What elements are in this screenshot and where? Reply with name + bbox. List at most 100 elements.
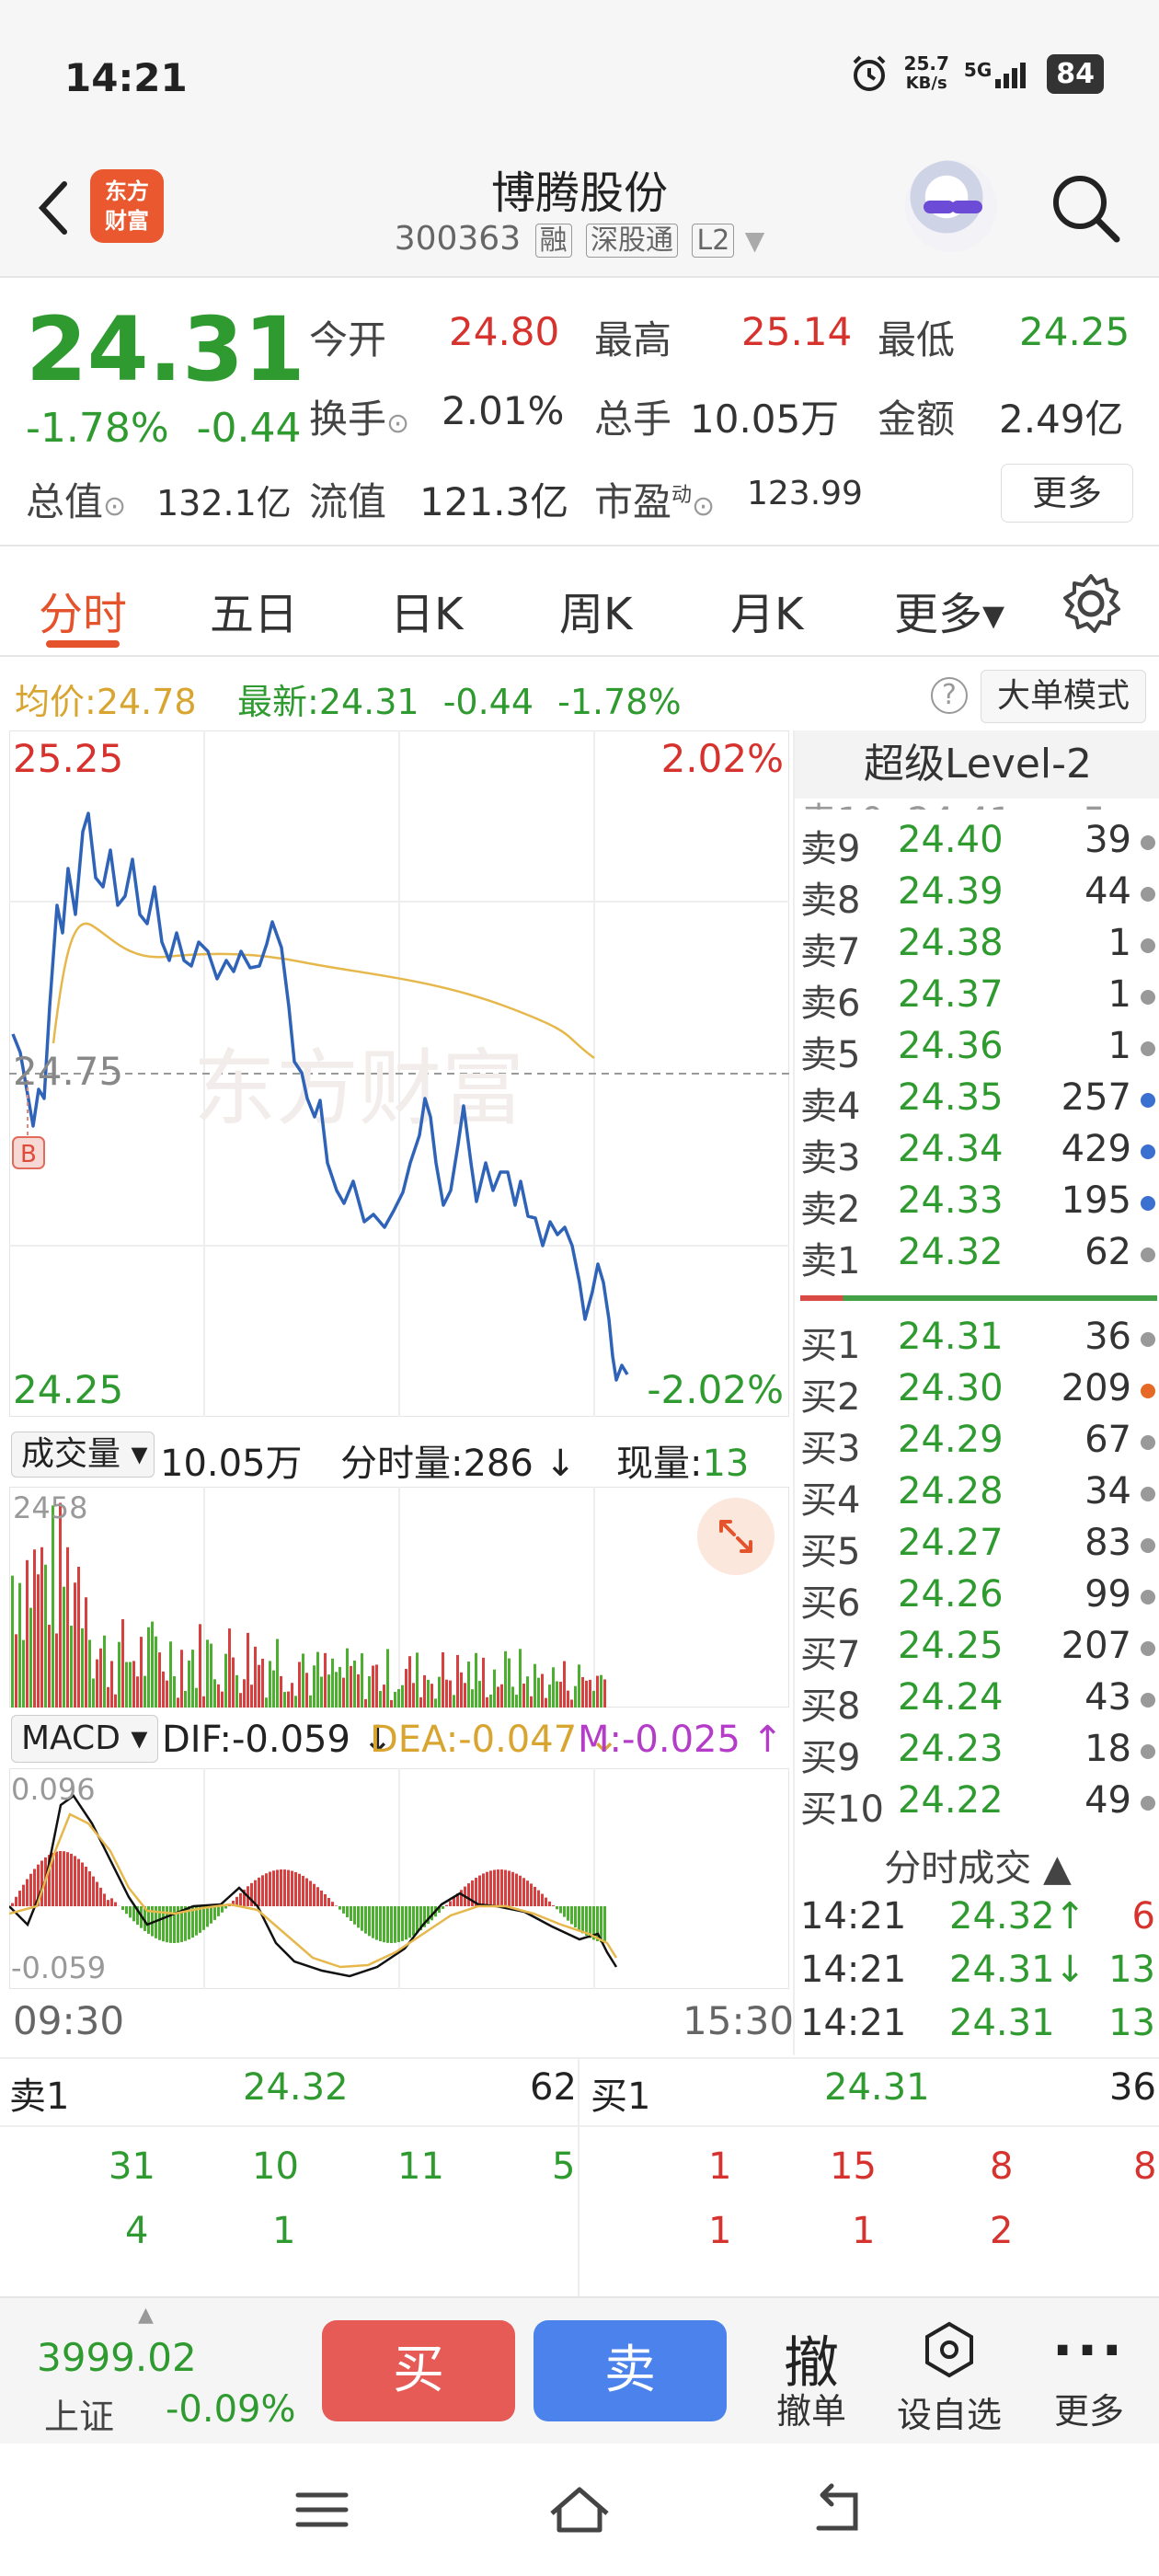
trade-row: 14:21 24.32↑ 6 — [795, 1895, 1159, 1947]
ask-row[interactable]: 卖5 24.36 1 — [795, 1025, 1159, 1076]
volume-bar — [438, 1676, 441, 1708]
queue-sell-price: 24.32 — [243, 2066, 349, 2109]
intraday-price-chart[interactable]: 东方财富 B 25.25 2.02% 24.75 24.25 -2.02% — [8, 730, 790, 1418]
volume-bar — [247, 1632, 249, 1708]
ask-row[interactable]: 卖1 24.32 62 — [795, 1231, 1159, 1282]
macd-bar — [294, 1871, 297, 1906]
bid-row[interactable]: 买2 24.30 209 — [795, 1367, 1159, 1419]
volume-bar — [77, 1567, 80, 1708]
tab-five-day[interactable]: 五日 — [210, 578, 298, 642]
macd-bar — [110, 1898, 113, 1906]
macd-bar — [81, 1862, 84, 1906]
volume-bar — [283, 1692, 286, 1708]
volume-bar — [92, 1678, 95, 1708]
bid-row[interactable]: 买7 24.25 207 — [795, 1625, 1159, 1676]
avg-price-label: 均价:24.78 — [15, 682, 197, 722]
volume-bar — [386, 1649, 389, 1708]
order-size-dot — [1141, 1744, 1155, 1759]
ask-row[interactable]: 卖3 24.34 429 — [795, 1128, 1159, 1179]
macd-bar — [556, 1906, 558, 1910]
macd-indicator-select[interactable]: MACD ▾ — [11, 1715, 158, 1763]
home-icon[interactable] — [543, 2482, 616, 2537]
tab-weekly-k[interactable]: 周K — [559, 578, 632, 642]
gear-icon[interactable] — [1058, 570, 1124, 637]
add-watchlist-button[interactable]: 设自选 — [894, 2318, 1004, 2437]
bid-row[interactable]: 买1 24.31 36 — [795, 1316, 1159, 1367]
volume-bar — [195, 1687, 198, 1708]
volume-bar — [394, 1691, 396, 1708]
macd-bar — [386, 1906, 389, 1943]
help-icon[interactable]: ? — [931, 677, 968, 714]
buy-point-marker[interactable]: B — [20, 1141, 37, 1168]
ask-row[interactable]: 卖9 24.40 39 — [795, 819, 1159, 870]
big-order-mode-button[interactable]: 大单模式 — [981, 670, 1146, 723]
bid-row[interactable]: 买8 24.24 43 — [795, 1676, 1159, 1728]
volume-bar — [574, 1685, 577, 1708]
volume-indicator-select[interactable]: 成交量 ▾ — [11, 1432, 155, 1478]
info-icon[interactable]: ⊙ — [386, 408, 409, 440]
cancel-order-button[interactable]: 撤 撤单 — [756, 2318, 866, 2433]
tab-more[interactable]: 更多▾ — [894, 578, 1004, 642]
sell-button[interactable]: 卖 — [534, 2320, 727, 2421]
volume-bar — [589, 1679, 591, 1708]
ask-row[interactable]: 卖2 24.33 195 — [795, 1179, 1159, 1231]
trades-header[interactable]: 分时成交 ▲ — [795, 1838, 1159, 1892]
robot-avatar[interactable] — [905, 160, 997, 252]
bid-row[interactable]: 买6 24.26 99 — [795, 1573, 1159, 1625]
bid-row[interactable]: 买3 24.29 67 — [795, 1419, 1159, 1470]
volume-bar — [313, 1665, 316, 1708]
macd-bar — [239, 1892, 242, 1906]
ask-row[interactable]: 卖4 24.35 257 — [795, 1076, 1159, 1128]
bid-row[interactable]: 买10 24.22 49 — [795, 1779, 1159, 1831]
axis-bottom-price: 24.25 — [13, 1367, 124, 1412]
expand-chart-button[interactable] — [697, 1498, 775, 1575]
info-icon[interactable]: ⊙ — [692, 490, 715, 523]
bid-level-label: 买10 — [800, 1788, 884, 1831]
tab-monthly-k[interactable]: 月K — [730, 578, 803, 642]
order-size-dot — [1141, 1435, 1155, 1450]
tab-intraday[interactable]: 分时 — [39, 578, 127, 642]
ask-row[interactable]: 卖7 24.38 1 — [795, 922, 1159, 973]
bid-row[interactable]: 买9 24.23 18 — [795, 1728, 1159, 1779]
bid-price: 24.30 — [898, 1367, 1004, 1409]
volume-bar — [169, 1641, 172, 1708]
order-size-dot — [1141, 1796, 1155, 1811]
ask-price: 24.33 — [898, 1179, 1004, 1222]
bid-volume: 207 — [1061, 1625, 1131, 1667]
bid-price: 24.31 — [898, 1316, 1004, 1358]
search-icon[interactable] — [1047, 169, 1124, 247]
period-tabs: 分时 五日 日K 周K 月K 更多▾ — [0, 548, 1159, 657]
volume-bar — [412, 1683, 415, 1708]
tab-daily-k[interactable]: 日K — [390, 578, 463, 642]
open-label: 今开 — [309, 317, 387, 362]
volume-chart[interactable]: 2458 — [8, 1486, 790, 1708]
ask-row[interactable]: 卖8 24.39 44 — [795, 870, 1159, 922]
queue-sell-order: 4 — [125, 2210, 149, 2252]
info-icon[interactable]: ⊙ — [103, 490, 126, 523]
volume-bar — [379, 1690, 382, 1708]
bid-row[interactable]: 买5 24.27 83 — [795, 1522, 1159, 1573]
bid-row[interactable]: 买4 24.28 34 — [795, 1470, 1159, 1522]
trade-row: 14:21 24.31 13 — [795, 2002, 1159, 2053]
volume-bar — [254, 1646, 257, 1708]
macd-bar — [541, 1893, 544, 1906]
macd-bar — [346, 1906, 349, 1917]
volume-bar — [224, 1653, 227, 1708]
volume-bar — [467, 1662, 470, 1708]
ask-level-label: 卖1 — [800, 1240, 861, 1282]
macd-chart[interactable]: 0.096 -0.059 — [8, 1767, 790, 1990]
volume-bar — [261, 1658, 264, 1708]
volume-bar — [85, 1597, 87, 1708]
more-quote-button[interactable]: 更多 — [1001, 464, 1133, 523]
menu-icon[interactable] — [285, 2482, 359, 2537]
latest-price-info: 最新:24.31 -0.44 -1.78% — [237, 682, 682, 722]
back-nav-icon[interactable] — [800, 2482, 874, 2537]
macd-header: MACD ▾ DIF:-0.059 ↓ DEA:-0.047 ↓ M:-0.02… — [0, 1709, 791, 1768]
level2-header[interactable]: 超级Level-2 — [795, 730, 1159, 799]
ask-row[interactable]: 卖6 24.37 1 — [795, 973, 1159, 1025]
buy-button[interactable]: 买 — [322, 2320, 515, 2421]
more-actions-button[interactable]: ··· 更多 — [1034, 2318, 1144, 2433]
volume-bar — [96, 1659, 98, 1708]
macd-bar — [55, 1851, 58, 1906]
macd-bar — [603, 1906, 606, 1943]
